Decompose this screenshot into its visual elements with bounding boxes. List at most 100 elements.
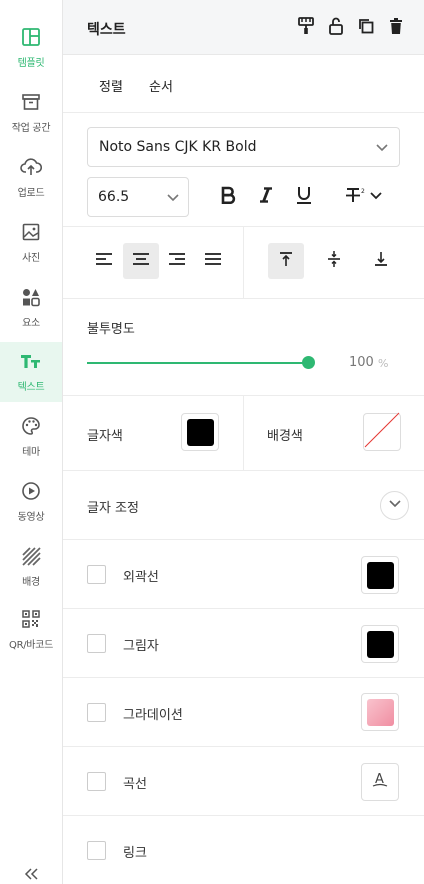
link-checkbox[interactable] (87, 841, 106, 860)
copy-style-button[interactable] (296, 16, 316, 40)
divider (63, 539, 424, 540)
sidebar-item-background[interactable]: 배경 (0, 537, 62, 597)
chevron-down-icon (369, 190, 383, 205)
sidebar-item-video[interactable]: 동영상 (0, 472, 62, 532)
double-chevron-left-icon (23, 868, 39, 884)
italic-button[interactable] (251, 182, 281, 212)
tab-order[interactable]: 순서 (149, 76, 173, 95)
sidebar-item-theme[interactable]: 테마 (0, 407, 62, 467)
text-properties-panel: 텍스트 정렬 순서 Noto Sans CJK KR Bold 66.5 2 불… (63, 0, 424, 884)
divider (63, 470, 424, 471)
valign-top-button[interactable] (268, 243, 304, 279)
font-size-value: 66.5 (98, 189, 130, 205)
bold-icon (220, 186, 236, 208)
curve-text-icon: A (370, 770, 390, 794)
divider (63, 608, 424, 609)
sidebar-item-upload[interactable]: 업로드 (0, 148, 62, 208)
duplicate-button[interactable] (356, 18, 376, 38)
opacity-unit: % (378, 357, 389, 370)
bold-button[interactable] (213, 182, 243, 212)
panel-title: 텍스트 (87, 22, 126, 38)
tab-align[interactable]: 정렬 (99, 76, 123, 95)
chevron-down-icon (388, 498, 402, 513)
sidebar: 템플릿 작업 공간 업로드 사진 요소 텍스트 테마 동영상 배경 QR/바코드 (0, 0, 63, 884)
gradient-color-fill (366, 698, 394, 726)
unlock-icon (328, 16, 344, 40)
align-center-icon (132, 252, 150, 270)
sidebar-item-text[interactable]: 텍스트 (0, 342, 62, 402)
text-color-label: 글자색 (87, 429, 123, 444)
chevron-down-icon (166, 192, 180, 207)
align-left-button[interactable] (86, 243, 122, 279)
divider (63, 815, 424, 816)
bg-color-swatch[interactable] (363, 412, 401, 451)
sidebar-item-label: 작업 공간 (11, 123, 51, 134)
align-right-button[interactable] (159, 243, 195, 279)
text-adjust-expand-button[interactable] (380, 491, 409, 520)
sidebar-item-label: 배경 (22, 577, 40, 588)
opacity-slider-track[interactable] (87, 362, 309, 364)
shadow-color-fill (366, 630, 394, 658)
palette-icon (20, 415, 42, 437)
font-family-select[interactable]: Noto Sans CJK KR Bold (87, 127, 400, 167)
opacity-slider-handle[interactable] (302, 356, 315, 369)
outline-color-swatch[interactable] (361, 556, 399, 594)
valign-middle-button[interactable] (316, 243, 352, 279)
archive-icon (20, 91, 42, 113)
template-icon (20, 26, 42, 48)
underline-icon (296, 185, 312, 209)
text-adjust-label: 글자 조정 (87, 501, 139, 516)
align-left-icon (95, 252, 113, 270)
align-center-button[interactable] (123, 243, 159, 279)
sidebar-item-label: 테마 (22, 447, 40, 458)
gradient-color-swatch[interactable] (361, 693, 399, 731)
text-color-swatch[interactable] (181, 413, 219, 451)
align-middle-icon (326, 250, 342, 272)
curve-settings-button[interactable]: A (361, 763, 399, 801)
play-circle-icon (20, 480, 42, 502)
outline-checkbox[interactable] (87, 565, 106, 584)
sidebar-item-workspace[interactable]: 작업 공간 (0, 83, 62, 143)
underline-button[interactable] (289, 182, 319, 212)
sidebar-item-template[interactable]: 템플릿 (0, 18, 62, 78)
sidebar-item-qr[interactable]: QR/바코드 (0, 600, 62, 660)
image-icon (20, 221, 42, 243)
valign-bottom-button[interactable] (363, 243, 399, 279)
delete-button[interactable] (386, 18, 406, 38)
shapes-icon (20, 286, 42, 308)
curve-checkbox[interactable] (87, 772, 106, 791)
upload-cloud-icon (20, 156, 42, 178)
shadow-checkbox[interactable] (87, 634, 106, 653)
sidebar-item-elements[interactable]: 요소 (0, 278, 62, 338)
link-label: 링크 (123, 846, 147, 861)
divider (243, 227, 244, 298)
divider (63, 746, 424, 747)
divider (63, 298, 424, 299)
outline-color-fill (366, 561, 394, 589)
collapse-sidebar-button[interactable] (20, 868, 42, 884)
sidebar-item-label: 텍스트 (17, 382, 45, 393)
sidebar-item-photo[interactable]: 사진 (0, 213, 62, 273)
font-size-select[interactable]: 66.5 (87, 177, 189, 217)
lock-button[interactable] (326, 16, 346, 40)
strikethrough-dropdown[interactable]: 2 (341, 182, 387, 212)
opacity-label: 불투명도 (87, 322, 135, 337)
text-icon (20, 350, 42, 372)
font-family-value: Noto Sans CJK KR Bold (99, 139, 257, 155)
shadow-color-swatch[interactable] (361, 625, 399, 663)
sidebar-item-label: 템플릿 (17, 58, 45, 69)
sidebar-item-label: 동영상 (17, 512, 45, 523)
gradient-checkbox[interactable] (87, 703, 106, 722)
divider (243, 396, 244, 470)
text-color-fill (186, 418, 214, 446)
align-right-icon (168, 252, 186, 270)
align-justify-button[interactable] (195, 243, 231, 279)
trash-icon (388, 17, 404, 39)
divider (63, 677, 424, 678)
italic-icon (258, 186, 274, 208)
paint-roller-icon (297, 16, 315, 40)
opacity-value: 100 (349, 355, 374, 370)
sidebar-item-label: 요소 (22, 318, 40, 329)
stripes-icon (20, 545, 42, 567)
gradient-label: 그라데이션 (123, 708, 183, 723)
